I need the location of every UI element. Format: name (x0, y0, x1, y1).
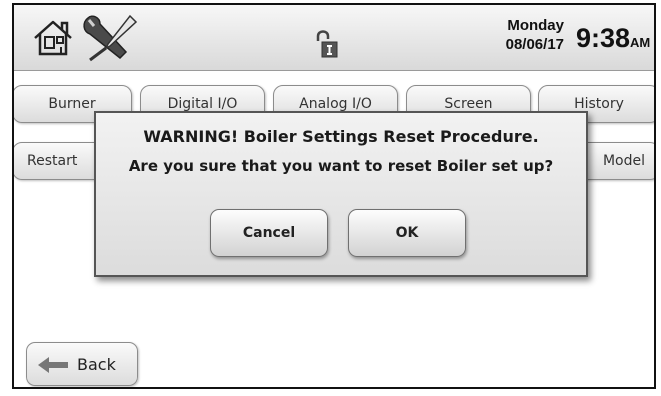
home-icon[interactable] (31, 18, 75, 58)
tools-icon[interactable] (80, 12, 140, 64)
tab-model-label: Model (602, 153, 645, 169)
date-day: Monday (507, 17, 564, 34)
clock-ampm: AM (630, 35, 651, 50)
warning-dialog: WARNING! Boiler Settings Reset Procedure… (94, 111, 588, 277)
date-date: 08/06/17 (505, 36, 564, 53)
left-arrow-icon (38, 357, 68, 373)
tab-analog-io-label: Analog I/O (299, 96, 372, 112)
lock-icon[interactable] (314, 29, 338, 59)
ok-button[interactable]: OK (348, 209, 466, 257)
clock-time: 9:38 (576, 23, 631, 53)
top-bar: Monday 08/06/17 9:38AM (14, 5, 654, 71)
touch-screen: Monday 08/06/17 9:38AM Burner Digital I/… (12, 3, 656, 389)
back-button[interactable]: Back (26, 342, 138, 386)
cancel-button-label: Cancel (242, 225, 296, 241)
tab-screen-label: Screen (444, 96, 493, 112)
dialog-message: Are you sure that you want to reset Boil… (128, 157, 554, 175)
cancel-button[interactable]: Cancel (210, 209, 328, 257)
clock: 9:38AM (576, 23, 650, 54)
back-button-label: Back (77, 355, 116, 374)
ok-button-label: OK (395, 225, 419, 241)
tab-history-label: History (574, 96, 624, 112)
tab-restart-label: Restart (27, 153, 78, 169)
tab-burner-label: Burner (48, 96, 96, 112)
dialog-title: WARNING! Boiler Settings Reset Procedure… (143, 127, 539, 146)
tab-digital-io-label: Digital I/O (167, 96, 238, 112)
